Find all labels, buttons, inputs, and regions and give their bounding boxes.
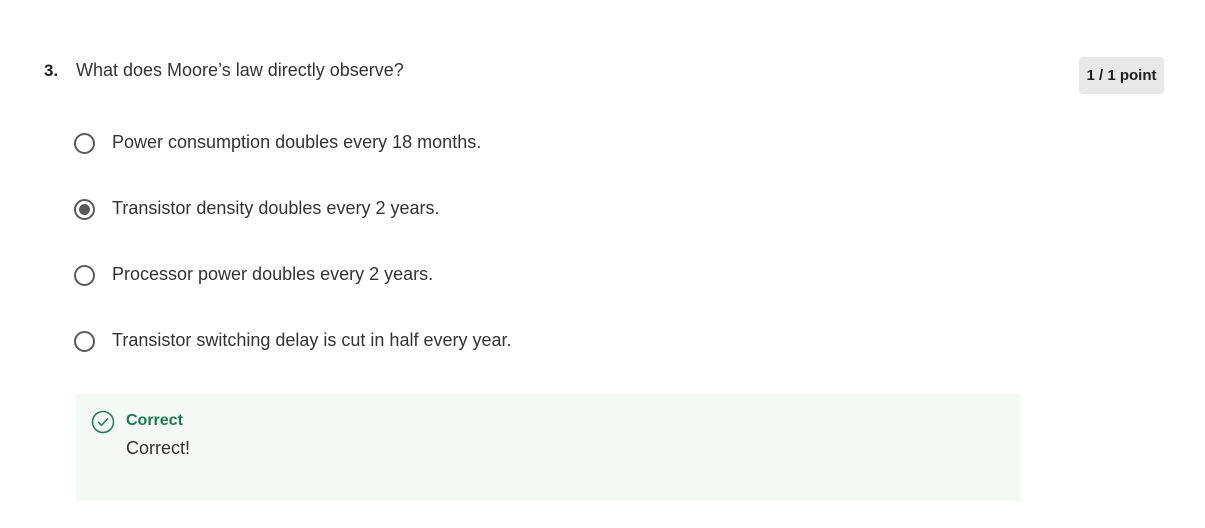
option-label: Transistor switching delay is cut in hal…: [112, 330, 512, 350]
answer-option[interactable]: Processor power doubles every 2 years.: [74, 256, 774, 322]
radio-button[interactable]: [74, 133, 95, 154]
feedback-title: Correct: [126, 412, 183, 429]
question-text: What does Moore’s law directly observe?: [76, 60, 404, 80]
check-circle-icon: [91, 410, 115, 434]
points-badge: 1 / 1 point: [1079, 57, 1164, 94]
option-label: Processor power doubles every 2 years.: [112, 264, 434, 284]
feedback-message: Correct!: [126, 438, 191, 458]
answer-option[interactable]: Transistor switching delay is cut in hal…: [74, 322, 774, 388]
answer-options: Power consumption doubles every 18 month…: [74, 124, 774, 388]
option-label: Power consumption doubles every 18 month…: [112, 132, 482, 152]
option-label: Transistor density doubles every 2 years…: [112, 198, 440, 218]
radio-button[interactable]: [74, 331, 95, 352]
answer-option[interactable]: Power consumption doubles every 18 month…: [74, 124, 774, 190]
radio-button[interactable]: [74, 265, 95, 286]
feedback-panel: Correct Correct!: [76, 394, 1021, 501]
radio-button[interactable]: [74, 199, 95, 220]
question-number: 3.: [44, 61, 59, 80]
answer-option[interactable]: Transistor density doubles every 2 years…: [74, 190, 774, 256]
